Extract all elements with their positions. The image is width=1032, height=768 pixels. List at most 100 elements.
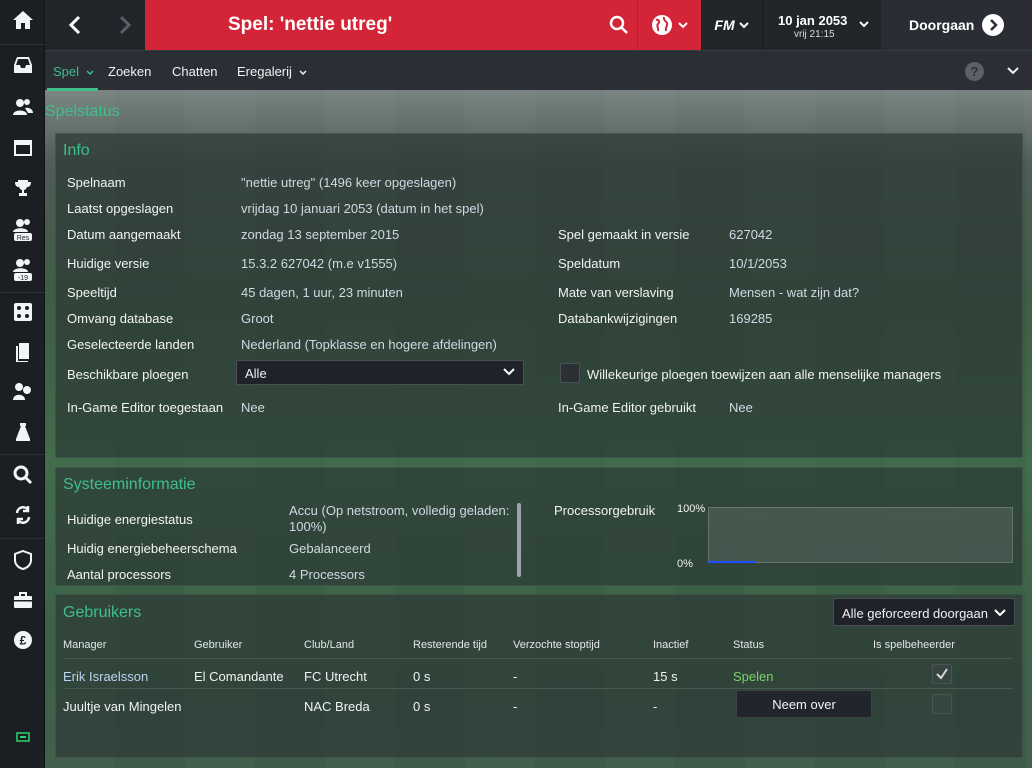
column-is-host[interactable]: Is spelbeheerder xyxy=(873,639,955,651)
current-date: 10 jan 2053 xyxy=(778,13,848,28)
countries-value: Nederland (Topklasse en hogere afdelinge… xyxy=(241,337,497,352)
globe-icon xyxy=(652,15,672,35)
training-icon[interactable] xyxy=(0,332,45,372)
tab-spel[interactable]: Spel xyxy=(53,64,94,79)
search-icon[interactable] xyxy=(0,455,45,495)
system-title: Systeeminformatie xyxy=(63,476,196,493)
chevron-down-icon[interactable] xyxy=(1007,67,1019,75)
reserves-icon[interactable]: Res xyxy=(0,210,45,250)
schedule-icon[interactable] xyxy=(0,128,45,168)
chevron-down-icon xyxy=(86,70,94,76)
editor-allowed-label: In-Game Editor toegestaan xyxy=(67,400,224,415)
addiction-value: Mensen - wat zijn dat? xyxy=(729,285,860,300)
back-button[interactable] xyxy=(50,0,100,50)
column-user[interactable]: Gebruiker xyxy=(194,639,242,651)
random-teams-checkbox[interactable] xyxy=(560,363,580,383)
search-icon xyxy=(609,15,628,34)
processors-value: 4 Processors xyxy=(289,567,365,582)
db-changes-label: Databankwijzigingen xyxy=(558,311,678,326)
svg-text:£: £ xyxy=(19,634,26,648)
fm-logo: FM xyxy=(714,17,735,33)
last-saved-label: Laatst opgeslagen xyxy=(67,201,174,216)
fm-menu-button[interactable]: FM xyxy=(701,0,761,50)
power-status-label: Huidige energiestatus xyxy=(67,512,193,527)
force-continue-select[interactable]: Alle geforceerd doorgaan xyxy=(833,598,1015,626)
last-saved-value: vrijdag 10 januari 2053 (datum in het sp… xyxy=(241,201,484,216)
active-tab-indicator xyxy=(47,88,98,91)
db-changes-value: 169285 xyxy=(729,311,773,326)
column-club[interactable]: Club/Land xyxy=(304,639,354,651)
table-row-divider xyxy=(63,688,1013,689)
tab-zoeken[interactable]: Zoeken xyxy=(108,64,151,79)
power-scheme-label: Huidig energiebeheerschema xyxy=(67,541,237,556)
db-size-value: Groot xyxy=(241,311,274,326)
title-bar: Spel: 'nettie utreg' xyxy=(145,0,701,50)
take-over-button[interactable]: Neem over xyxy=(736,690,872,718)
column-requested-stop[interactable]: Verzochte stoptijd xyxy=(513,639,600,651)
system-scrollbar[interactable] xyxy=(517,503,521,577)
home-icon[interactable] xyxy=(0,0,45,40)
continue-button[interactable]: Doorgaan xyxy=(881,0,1032,50)
help-icon[interactable]: ? xyxy=(965,62,984,81)
checkmark-icon xyxy=(936,668,948,680)
info-title: Info xyxy=(63,142,90,159)
editor-used-label: In-Game Editor gebruikt xyxy=(558,400,697,415)
editor-allowed-value: Nee xyxy=(241,400,265,415)
continue-label: Doorgaan xyxy=(909,17,975,33)
tab-chatten[interactable]: Chatten xyxy=(172,64,218,79)
cpu-min-label: 0% xyxy=(677,558,693,570)
main-sidebar: Res -19 £ xyxy=(0,0,45,768)
db-size-label: Omvang database xyxy=(67,311,174,326)
row1-inactive: 15 s xyxy=(653,669,678,684)
squad-icon[interactable] xyxy=(0,87,45,127)
date-display[interactable]: 10 jan 2053 vrij 21:15 xyxy=(762,0,880,50)
search-button[interactable] xyxy=(601,0,637,50)
chevron-down-icon xyxy=(678,22,688,29)
row1-manager-link[interactable]: Erik Israelsson xyxy=(63,669,148,684)
current-version-value: 15.3.2 627042 (m.e v1555) xyxy=(241,256,398,271)
teams-select[interactable]: Alle xyxy=(236,360,524,385)
teams-select-value: Alle xyxy=(245,366,267,381)
reserves-badge: Res xyxy=(16,235,29,242)
tab-eregalerij[interactable]: Eregalerij xyxy=(237,64,307,79)
sub-navigation: Spel Zoeken Chatten Eregalerij ? xyxy=(45,50,1032,91)
row2-club: NAC Breda xyxy=(304,699,370,714)
back-icon xyxy=(68,15,81,35)
row1-requested-stop: - xyxy=(513,669,518,684)
chevron-down-icon xyxy=(738,22,749,29)
cpu-usage-graph xyxy=(708,507,1013,563)
trophy-icon[interactable] xyxy=(0,168,45,208)
staff-icon[interactable] xyxy=(0,372,45,412)
game-date-label: Speldatum xyxy=(558,256,621,271)
processors-label: Aantal processors xyxy=(67,567,172,582)
column-remaining-time[interactable]: Resterende tijd xyxy=(413,639,487,651)
forward-button[interactable] xyxy=(100,0,150,50)
globe-menu-button[interactable] xyxy=(638,0,701,50)
column-manager[interactable]: Manager xyxy=(63,639,106,651)
u19-badge: -19 xyxy=(17,275,27,282)
row1-host-checkbox xyxy=(932,664,952,684)
cpu-usage-label: Processorgebruik xyxy=(554,503,656,518)
scouting-icon[interactable] xyxy=(0,412,45,452)
section-title-spelstatus: Spelstatus xyxy=(45,103,120,120)
page-title: Spel: 'nettie utreg' xyxy=(228,14,393,35)
created-value: zondag 13 september 2015 xyxy=(241,227,400,242)
youth-team-icon[interactable]: -19 xyxy=(0,250,45,290)
finances-icon[interactable]: £ xyxy=(0,620,45,660)
chevron-down-icon xyxy=(503,368,515,376)
created-version-value: 627042 xyxy=(729,227,773,242)
club-info-icon[interactable] xyxy=(0,540,45,580)
transfers-icon[interactable] xyxy=(0,495,45,535)
column-status[interactable]: Status xyxy=(733,639,764,651)
arrow-right-icon xyxy=(982,14,1004,36)
row2-inactive: - xyxy=(653,699,658,714)
chevron-down-icon xyxy=(859,21,869,28)
club-vision-icon[interactable] xyxy=(0,580,45,620)
inbox-icon[interactable] xyxy=(0,45,45,85)
column-inactive[interactable]: Inactief xyxy=(653,639,688,651)
row1-club: FC Utrecht xyxy=(304,669,367,684)
users-title: Gebruikers xyxy=(63,604,142,621)
row1-user: El Comandante xyxy=(194,669,284,684)
table-header-divider xyxy=(63,658,1013,659)
tactics-icon[interactable] xyxy=(0,292,45,332)
